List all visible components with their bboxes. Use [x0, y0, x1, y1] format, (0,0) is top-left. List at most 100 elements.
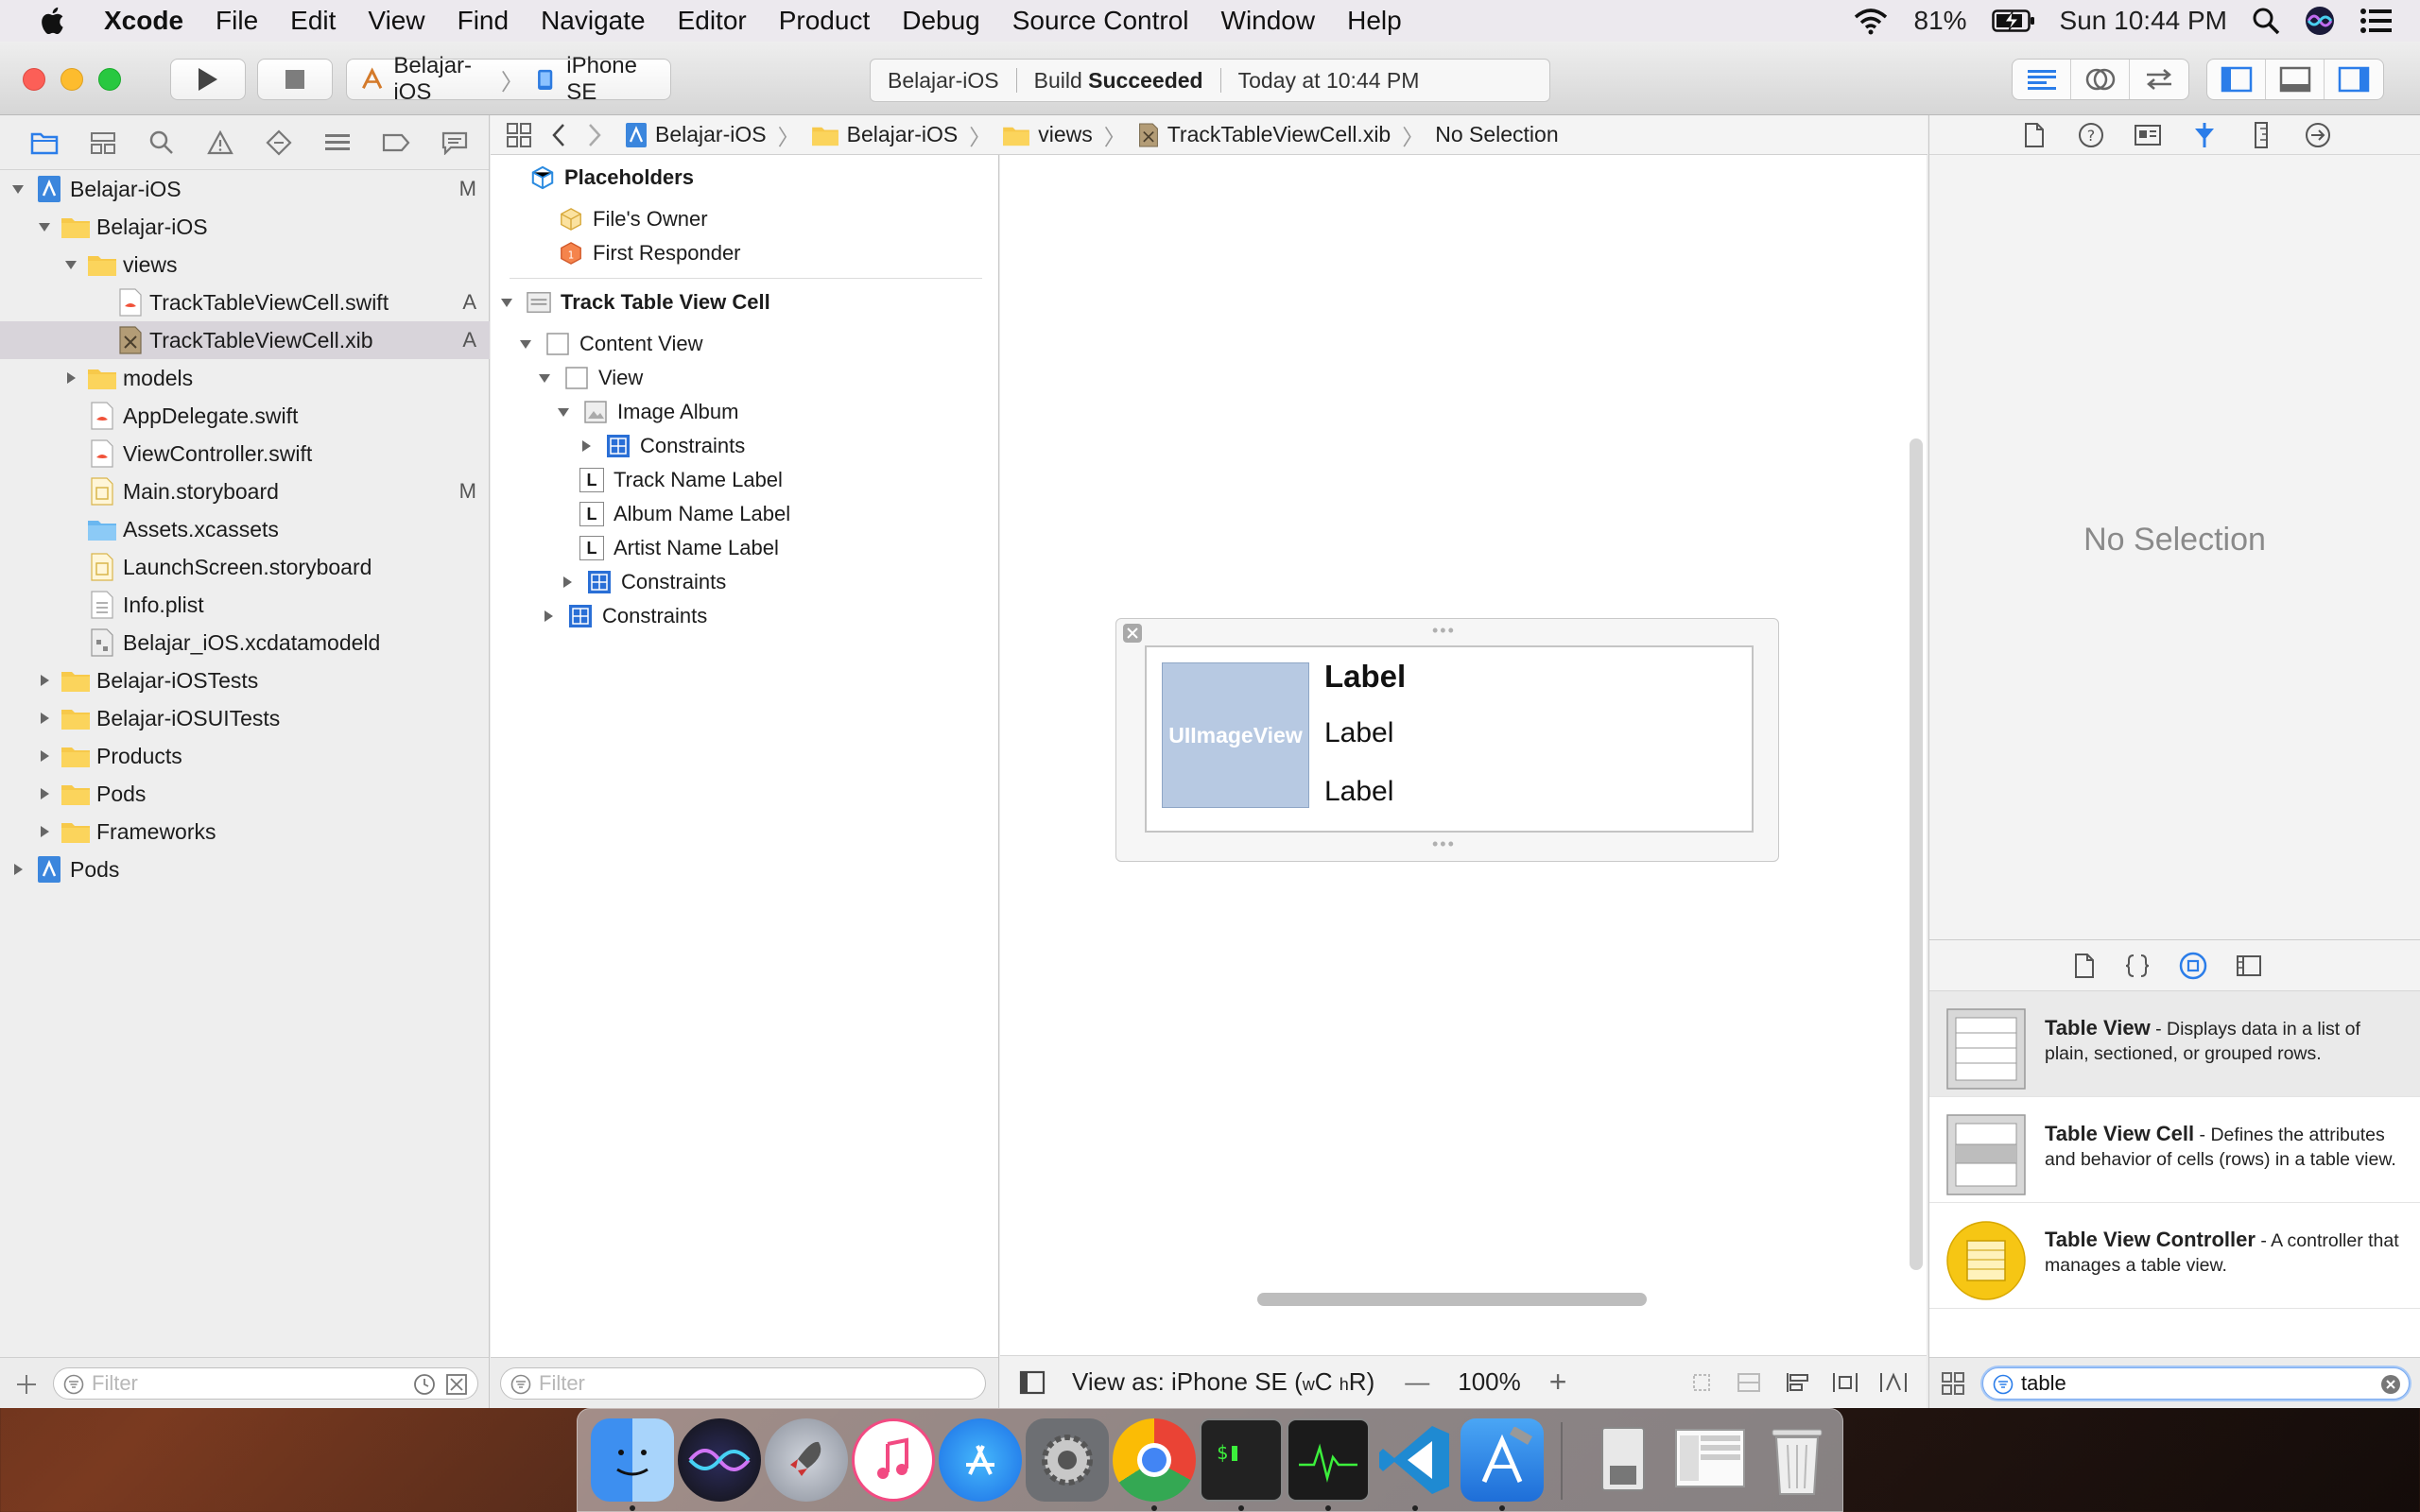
- outline-placeholders-header[interactable]: Placeholders: [530, 161, 694, 195]
- outline-first-responder[interactable]: 1 First Responder: [559, 236, 741, 270]
- vscode-dock-icon[interactable]: [1374, 1418, 1457, 1502]
- outline-image-album[interactable]: Image Album: [557, 395, 738, 429]
- disclosure-closed-icon[interactable]: [579, 439, 593, 453]
- disclosure-closed-icon[interactable]: [38, 674, 51, 687]
- interface-builder-canvas[interactable]: ••• ••• UIImageView Label Label Label Vi…: [1000, 155, 1927, 1408]
- identity-inspector-tab[interactable]: [2134, 121, 2162, 149]
- find-navigator-tab[interactable]: [147, 129, 176, 157]
- tree-item-file[interactable]: Assets.xcassets: [0, 510, 490, 548]
- object-library-icon[interactable]: [2179, 952, 2207, 980]
- resolve-layout-issues-icon[interactable]: [1879, 1371, 1908, 1394]
- image-album-view[interactable]: UIImageView: [1162, 662, 1309, 808]
- notification-center-icon[interactable]: [2360, 8, 2392, 34]
- breadcrumb-group[interactable]: Belajar-iOS: [811, 122, 958, 147]
- tree-item-group[interactable]: Belajar-iOSTests: [0, 662, 490, 699]
- tree-item-file[interactable]: TrackTableViewCell.swift A: [0, 284, 490, 321]
- assistant-editor-button[interactable]: [2071, 60, 2130, 99]
- outline-view[interactable]: View: [538, 361, 643, 395]
- outline-view-constraints[interactable]: Constraints: [561, 565, 726, 599]
- zoom-level[interactable]: 100%: [1458, 1367, 1521, 1397]
- cell-content-view[interactable]: UIImageView Label Label Label: [1145, 645, 1754, 833]
- tree-item-group[interactable]: Frameworks: [0, 813, 490, 850]
- zoom-window-button[interactable]: [98, 68, 121, 91]
- canvas-horizontal-scrollbar[interactable]: [1257, 1293, 1647, 1306]
- breadcrumb-file[interactable]: TrackTableViewCell.xib: [1137, 122, 1391, 148]
- toggle-utilities-button[interactable]: [2325, 60, 2383, 99]
- disclosure-open-icon[interactable]: [64, 258, 78, 271]
- breakpoint-navigator-tab[interactable]: [382, 129, 410, 157]
- menu-view[interactable]: View: [368, 6, 424, 36]
- canvas-vertical-scrollbar[interactable]: [1910, 438, 1923, 1270]
- disclosure-closed-icon[interactable]: [38, 712, 51, 725]
- table-view-cell-scene[interactable]: ••• ••• UIImageView Label Label Label: [1115, 618, 1779, 862]
- screenshot-stack-dock-icon[interactable]: [1668, 1418, 1752, 1502]
- align-icon[interactable]: [1785, 1371, 1811, 1394]
- back-arrow-icon[interactable]: [551, 123, 566, 147]
- xcode-dock-icon[interactable]: [1461, 1418, 1544, 1502]
- test-navigator-tab[interactable]: [265, 129, 293, 157]
- menu-find[interactable]: Find: [458, 6, 509, 36]
- disclosure-open-icon[interactable]: [11, 182, 25, 196]
- disclosure-open-icon[interactable]: [557, 405, 570, 419]
- embed-in-stack-icon[interactable]: [1736, 1371, 1762, 1394]
- close-scene-icon[interactable]: [1122, 623, 1143, 644]
- tree-item-file[interactable]: ViewController.swift: [0, 435, 490, 472]
- tree-item-group[interactable]: Belajar-iOS: [0, 208, 490, 246]
- menu-app-xcode[interactable]: Xcode: [104, 6, 183, 36]
- menu-debug[interactable]: Debug: [902, 6, 980, 36]
- album-name-label[interactable]: Label: [1324, 717, 1393, 749]
- battery-charging-icon[interactable]: [1991, 9, 2035, 33]
- debug-navigator-tab[interactable]: [323, 129, 352, 157]
- zoom-in-button[interactable]: +: [1549, 1365, 1567, 1400]
- menu-editor[interactable]: Editor: [678, 6, 747, 36]
- tree-item-group[interactable]: Belajar-iOSUITests: [0, 699, 490, 737]
- system-preferences-dock-icon[interactable]: [1026, 1418, 1109, 1502]
- toggle-navigator-button[interactable]: [2207, 60, 2266, 99]
- document-outline-toggle-icon[interactable]: [1019, 1370, 1046, 1395]
- menu-window[interactable]: Window: [1221, 6, 1316, 36]
- file-template-library-icon[interactable]: [2073, 953, 2096, 979]
- menu-file[interactable]: File: [216, 6, 258, 36]
- add-icon[interactable]: [15, 1373, 38, 1396]
- library-item-table-view-cell[interactable]: Table View Cell - Defines the attributes…: [1929, 1097, 2420, 1203]
- activity-monitor-dock-icon[interactable]: [1287, 1418, 1370, 1502]
- breadcrumb-selection[interactable]: No Selection: [1435, 122, 1558, 147]
- breadcrumb-project[interactable]: Belajar-iOS: [625, 122, 767, 148]
- outline-filter-input[interactable]: Filter: [500, 1367, 986, 1400]
- terminal-dock-icon[interactable]: $: [1200, 1418, 1283, 1502]
- disclosure-closed-icon[interactable]: [64, 371, 78, 385]
- finder-dock-icon[interactable]: [591, 1418, 674, 1502]
- tree-item-group[interactable]: Products: [0, 737, 490, 775]
- menu-source-control[interactable]: Source Control: [1012, 6, 1189, 36]
- disclosure-open-icon[interactable]: [38, 220, 51, 233]
- quick-help-tab[interactable]: ?: [2077, 121, 2105, 149]
- outline-track-name-label[interactable]: L Track Name Label: [579, 463, 783, 497]
- outline-cell[interactable]: Track Table View Cell: [500, 285, 770, 319]
- connections-inspector-tab[interactable]: [2304, 121, 2332, 149]
- wifi-icon[interactable]: [1852, 7, 1890, 35]
- close-window-button[interactable]: [23, 68, 45, 91]
- disclosure-closed-icon[interactable]: [38, 749, 51, 763]
- scheme-selector[interactable]: Belajar-iOS 〉 iPhone SE: [346, 53, 671, 105]
- spotlight-search-icon[interactable]: [2252, 7, 2280, 35]
- tree-item-file[interactable]: Main.storyboard M: [0, 472, 490, 510]
- menu-help[interactable]: Help: [1347, 6, 1402, 36]
- outline-image-constraints[interactable]: Constraints: [579, 429, 745, 463]
- resize-handle-bottom[interactable]: •••: [1432, 834, 1456, 854]
- library-search-input[interactable]: table: [1982, 1367, 2410, 1400]
- disclosure-open-icon[interactable]: [538, 371, 551, 385]
- tree-item-group[interactable]: views: [0, 246, 490, 284]
- itunes-dock-icon[interactable]: [852, 1418, 935, 1502]
- tree-item-group[interactable]: models: [0, 359, 490, 397]
- minimize-window-button[interactable]: [60, 68, 83, 91]
- report-navigator-tab[interactable]: [441, 129, 469, 157]
- siri-dock-icon[interactable]: [678, 1418, 761, 1502]
- menu-navigate[interactable]: Navigate: [541, 6, 646, 36]
- zoom-out-button[interactable]: —: [1405, 1367, 1429, 1397]
- disclosure-closed-icon[interactable]: [38, 825, 51, 838]
- disclosure-closed-icon[interactable]: [542, 610, 555, 623]
- code-snippet-library-icon[interactable]: [2124, 953, 2151, 979]
- disclosure-open-icon[interactable]: [519, 337, 532, 351]
- toggle-debug-area-button[interactable]: [2266, 60, 2325, 99]
- grid-view-toggle-icon[interactable]: [1941, 1371, 1965, 1396]
